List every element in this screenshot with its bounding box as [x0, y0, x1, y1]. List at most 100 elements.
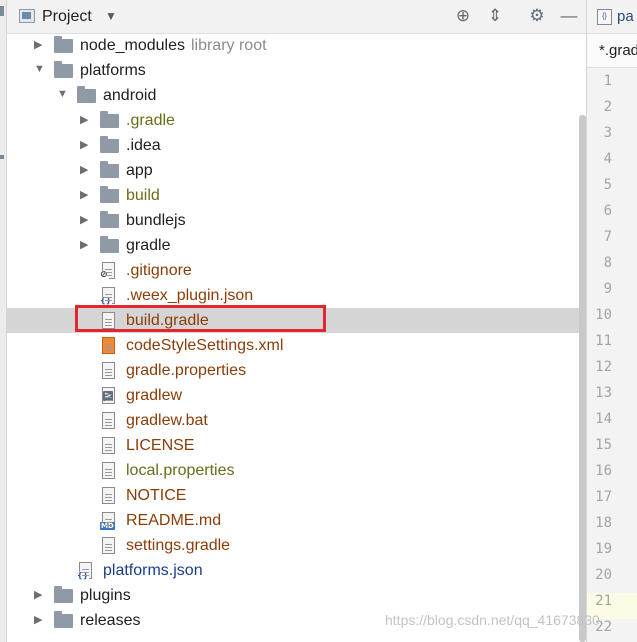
collapsed-arrow-icon[interactable]: ▶ [80, 238, 88, 251]
tree-file-row[interactable]: LICENSE [7, 433, 586, 458]
line-number: 18 [595, 515, 612, 531]
tree-item-label: .weex_plugin.json [126, 287, 254, 304]
line-number: 11 [595, 333, 612, 349]
tree-item-label: plugins [80, 587, 131, 604]
line-number: 6 [603, 203, 612, 219]
tree-folder-row[interactable]: ▶ .gradle [7, 108, 586, 133]
folder-icon [77, 86, 96, 103]
line-number: 15 [595, 437, 612, 453]
tree-folder-row[interactable]: ▶ .idea [7, 133, 586, 158]
tree-item-label: platforms.json [103, 562, 203, 579]
tree-file-row[interactable]: codeStyleSettings.xml [7, 333, 586, 358]
line-number: 5 [603, 177, 612, 193]
line-number: 3 [603, 125, 612, 141]
ignored-badge: ⊘ [99, 270, 109, 280]
tree-item-label: gradle.properties [126, 362, 247, 379]
tree-folder-row[interactable]: ▼ platforms [7, 58, 586, 83]
strip-marker [0, 155, 4, 159]
folder-icon [100, 136, 119, 153]
collapse-all-icon[interactable]: ⇕ [485, 6, 505, 26]
line-number: 1 [603, 73, 612, 89]
text-file-icon [102, 412, 115, 429]
expanded-arrow-icon[interactable]: ▼ [57, 88, 68, 100]
line-number: 4 [603, 151, 612, 167]
locate-icon[interactable]: ⊕ [453, 6, 473, 26]
tree-item-label: .gitignore [126, 262, 192, 279]
tree-item-label: platforms [80, 62, 146, 79]
gear-icon[interactable]: ⚙ [527, 6, 547, 26]
line-number: 9 [603, 281, 612, 297]
tree-file-row[interactable]: settings.gradle [7, 533, 586, 558]
line-number: 21 [595, 593, 612, 609]
editor-tab-label: *.grad [599, 42, 637, 59]
collapsed-arrow-icon[interactable]: ▶ [80, 138, 88, 151]
tree-item-label: LICENSE [126, 437, 195, 454]
line-number: 19 [595, 541, 612, 557]
caret-down-icon[interactable]: ▼ [105, 9, 117, 23]
tree-folder-row[interactable]: ▶ gradle [7, 233, 586, 258]
markdown-file-icon: MD [100, 512, 115, 530]
vertical-scrollbar[interactable] [579, 115, 586, 642]
watermark: https://blog.csdn.net/qq_41673830 [385, 612, 600, 628]
folder-icon [54, 36, 73, 53]
tree-item-label: app [126, 162, 153, 179]
tree-file-row[interactable]: {} platforms.json [7, 558, 586, 583]
project-view-title[interactable]: Project [42, 8, 92, 26]
tree-item-label: gradlew [126, 387, 183, 404]
editor-tab-label: pa [617, 8, 634, 25]
folder-icon [100, 161, 119, 178]
tree-file-row[interactable]: MD README.md [7, 508, 586, 533]
tree-item-label: android [103, 87, 157, 104]
tree-item-label: releases [80, 612, 141, 629]
json-file-icon: {} [76, 562, 92, 580]
tree-folder-row[interactable]: ▶ bundlejs [7, 208, 586, 233]
tree-file-row[interactable]: > gradlew [7, 383, 586, 408]
folder-icon [54, 61, 73, 78]
collapsed-arrow-icon[interactable]: ▶ [80, 213, 88, 226]
tree-file-row[interactable]: NOTICE [7, 483, 586, 508]
tree-item-label: .idea [126, 137, 161, 154]
project-view-icon [19, 9, 35, 23]
tree-item-label: .gradle [126, 112, 175, 129]
line-number: 13 [595, 385, 612, 401]
tree-folder-row[interactable]: ▶ node_modules library root [7, 33, 586, 58]
highlight-box [75, 305, 326, 332]
tree-item-label: node_modules library root [80, 37, 267, 54]
expanded-arrow-icon[interactable]: ▼ [34, 63, 45, 75]
tree-folder-row[interactable]: ▶ app [7, 158, 586, 183]
minimize-icon[interactable]: — [559, 6, 579, 26]
text-file-icon [102, 537, 115, 554]
markdown-badge: MD [100, 522, 115, 530]
tree-file-row[interactable]: gradlew.bat [7, 408, 586, 433]
json-badge: {} [76, 571, 90, 580]
collapsed-arrow-icon[interactable]: ▶ [80, 188, 88, 201]
folder-icon [100, 236, 119, 253]
line-number: 8 [603, 255, 612, 271]
tree-file-row[interactable]: ⊘ .gitignore [7, 258, 586, 283]
project-panel-header: Project ▼ ⊕ ⇕ ⚙ — [7, 0, 586, 34]
tree-item-label: gradle [126, 237, 171, 254]
tree-item-label: local.properties [126, 462, 235, 479]
collapsed-arrow-icon[interactable]: ▶ [80, 163, 88, 176]
editor-tab-secondary[interactable]: *.grad [587, 34, 637, 68]
collapsed-arrow-icon[interactable]: ▶ [34, 588, 42, 601]
editor-tab[interactable]: {} pa [587, 0, 637, 34]
tree-folder-row[interactable]: ▼ android [7, 83, 586, 108]
tree-file-row[interactable]: local.properties [7, 458, 586, 483]
tree-item-label: codeStyleSettings.xml [126, 337, 284, 354]
collapsed-arrow-icon[interactable]: ▶ [34, 38, 42, 51]
collapsed-arrow-icon[interactable]: ▶ [34, 613, 42, 626]
folder-icon [100, 211, 119, 228]
json-file-icon: {} [597, 9, 612, 25]
project-tree: ▶ node_modules library root ▼ platforms ▼ andr… [7, 33, 586, 642]
tree-folder-row[interactable]: ▶ build [7, 183, 586, 208]
gitignore-file-icon: ⊘ [99, 262, 115, 280]
text-file-icon [102, 362, 115, 379]
line-number: 17 [595, 489, 612, 505]
line-number: 7 [603, 229, 612, 245]
tree-file-row[interactable]: gradle.properties [7, 358, 586, 383]
line-number: 20 [595, 567, 612, 583]
tree-folder-row[interactable]: ▶ plugins [7, 583, 586, 608]
tree-item-label: bundlejs [126, 212, 186, 229]
collapsed-arrow-icon[interactable]: ▶ [80, 113, 88, 126]
